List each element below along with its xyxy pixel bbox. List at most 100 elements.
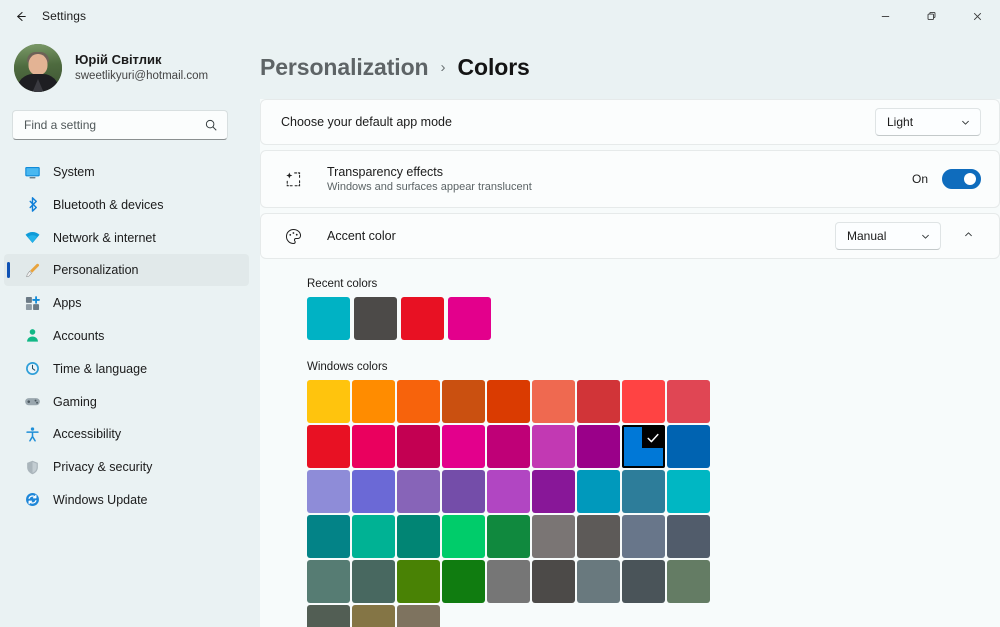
close-icon — [972, 11, 983, 22]
sidebar: Юрій Світлик sweetlikyuri@hotmail.com — [0, 32, 260, 627]
transparency-texts: Transparency effects Windows and surface… — [327, 165, 912, 193]
windows-color-swatch[interactable] — [532, 515, 575, 558]
windows-color-swatch[interactable] — [307, 560, 350, 603]
windows-colors-label: Windows colors — [307, 361, 1000, 373]
windows-color-swatch[interactable] — [487, 380, 530, 423]
windows-color-swatch[interactable] — [487, 560, 530, 603]
recent-color-swatch[interactable] — [354, 297, 397, 340]
sidebar-item-bluetooth-devices[interactable]: Bluetooth & devices — [4, 189, 249, 221]
windows-color-swatch[interactable] — [622, 515, 665, 558]
windows-color-swatch[interactable] — [397, 515, 440, 558]
sidebar-item-label: Time & language — [53, 362, 147, 376]
windows-color-swatch[interactable] — [307, 425, 350, 468]
windows-color-swatch[interactable] — [532, 560, 575, 603]
transparency-toggle[interactable] — [942, 169, 981, 189]
windows-color-swatch[interactable] — [307, 515, 350, 558]
windows-color-swatch[interactable] — [577, 515, 620, 558]
windows-color-swatch[interactable] — [352, 380, 395, 423]
recent-color-swatch[interactable] — [401, 297, 444, 340]
windows-color-swatch[interactable] — [577, 380, 620, 423]
sidebar-item-privacy-security[interactable]: Privacy & security — [4, 451, 249, 483]
windows-color-swatch[interactable] — [397, 470, 440, 513]
sidebar-item-network-internet[interactable]: Network & internet — [4, 222, 249, 254]
search-box[interactable] — [12, 110, 228, 140]
breadcrumb: Personalization › Colors — [260, 32, 1000, 99]
minimize-icon — [880, 11, 891, 22]
windows-color-swatch[interactable] — [667, 425, 710, 468]
recent-color-swatch[interactable] — [307, 297, 350, 340]
search-input[interactable] — [24, 118, 204, 132]
windows-color-swatch[interactable] — [307, 605, 350, 627]
shield-icon — [24, 459, 41, 476]
accent-color-expander[interactable] — [955, 223, 981, 249]
windows-color-swatch[interactable] — [577, 470, 620, 513]
minimize-button[interactable] — [862, 0, 908, 32]
sidebar-item-label: Windows Update — [53, 493, 148, 507]
windows-color-swatch[interactable] — [487, 425, 530, 468]
sidebar-item-system[interactable]: System — [4, 156, 249, 188]
transparency-subtitle: Windows and surfaces appear translucent — [327, 181, 912, 193]
account-card[interactable]: Юрій Світлик sweetlikyuri@hotmail.com — [0, 32, 260, 104]
app-mode-title: Choose your default app mode — [281, 115, 875, 129]
windows-color-swatch[interactable] — [352, 605, 395, 627]
windows-color-swatch[interactable] — [397, 605, 440, 627]
windows-color-swatch[interactable] — [442, 425, 485, 468]
sidebar-item-gaming[interactable]: Gaming — [4, 386, 249, 418]
window-body: Юрій Світлик sweetlikyuri@hotmail.com — [0, 32, 1000, 627]
transparency-title: Transparency effects — [327, 165, 912, 179]
checkmark-icon — [645, 430, 661, 446]
windows-color-swatch[interactable] — [577, 560, 620, 603]
windows-color-swatch[interactable] — [397, 560, 440, 603]
windows-color-swatch[interactable] — [352, 470, 395, 513]
windows-color-swatch[interactable] — [442, 560, 485, 603]
sidebar-item-accessibility[interactable]: Accessibility — [4, 418, 249, 450]
sidebar-item-time-language[interactable]: Time & language — [4, 353, 249, 385]
app-mode-controls: Light — [875, 108, 981, 136]
breadcrumb-parent[interactable]: Personalization — [260, 54, 429, 81]
windows-color-swatch[interactable] — [397, 425, 440, 468]
recent-color-swatch[interactable] — [448, 297, 491, 340]
windows-color-swatch[interactable] — [532, 470, 575, 513]
windows-color-swatch[interactable] — [487, 515, 530, 558]
windows-color-swatch[interactable] — [307, 380, 350, 423]
app-mode-value: Light — [887, 115, 913, 129]
windows-color-swatch[interactable] — [397, 380, 440, 423]
windows-color-swatch[interactable] — [667, 470, 710, 513]
app-mode-card: Choose your default app mode Light — [260, 99, 1000, 145]
windows-color-swatch[interactable] — [532, 425, 575, 468]
windows-color-swatch[interactable] — [352, 560, 395, 603]
windows-color-swatch[interactable] — [622, 470, 665, 513]
sidebar-item-accounts[interactable]: Accounts — [4, 320, 249, 352]
windows-color-swatch[interactable] — [442, 515, 485, 558]
sidebar-item-apps[interactable]: Apps — [4, 287, 249, 319]
windows-colors-grid — [307, 380, 1000, 627]
search-icon[interactable] — [204, 118, 218, 132]
windows-color-swatch[interactable] — [667, 515, 710, 558]
windows-color-swatch[interactable] — [667, 380, 710, 423]
sidebar-item-windows-update[interactable]: Windows Update — [4, 484, 249, 516]
windows-color-swatch[interactable] — [442, 470, 485, 513]
windows-color-swatch[interactable] — [622, 560, 665, 603]
windows-color-swatch[interactable] — [622, 380, 665, 423]
windows-color-swatch[interactable] — [307, 470, 350, 513]
windows-color-swatch[interactable] — [667, 560, 710, 603]
chevron-down-icon — [960, 117, 971, 128]
display-monitor-icon — [24, 164, 41, 181]
windows-color-swatch[interactable] — [532, 380, 575, 423]
back-button[interactable] — [0, 0, 40, 32]
windows-color-swatch[interactable] — [352, 515, 395, 558]
clock-icon — [24, 360, 41, 377]
windows-color-swatch[interactable] — [577, 425, 620, 468]
windows-color-swatch[interactable] — [442, 380, 485, 423]
sidebar-item-personalization[interactable]: Personalization — [4, 254, 249, 286]
windows-color-swatch[interactable] — [487, 470, 530, 513]
app-mode-dropdown[interactable]: Light — [875, 108, 981, 136]
accent-mode-dropdown[interactable]: Manual — [835, 222, 941, 250]
windows-color-swatch-selected[interactable] — [622, 425, 665, 468]
windows-color-swatch[interactable] — [352, 425, 395, 468]
accent-mode-value: Manual — [847, 229, 886, 243]
restore-button[interactable] — [908, 0, 954, 32]
sidebar-nav: System Bluetooth & devices — [0, 150, 260, 516]
bluetooth-icon — [24, 196, 41, 213]
close-button[interactable] — [954, 0, 1000, 32]
